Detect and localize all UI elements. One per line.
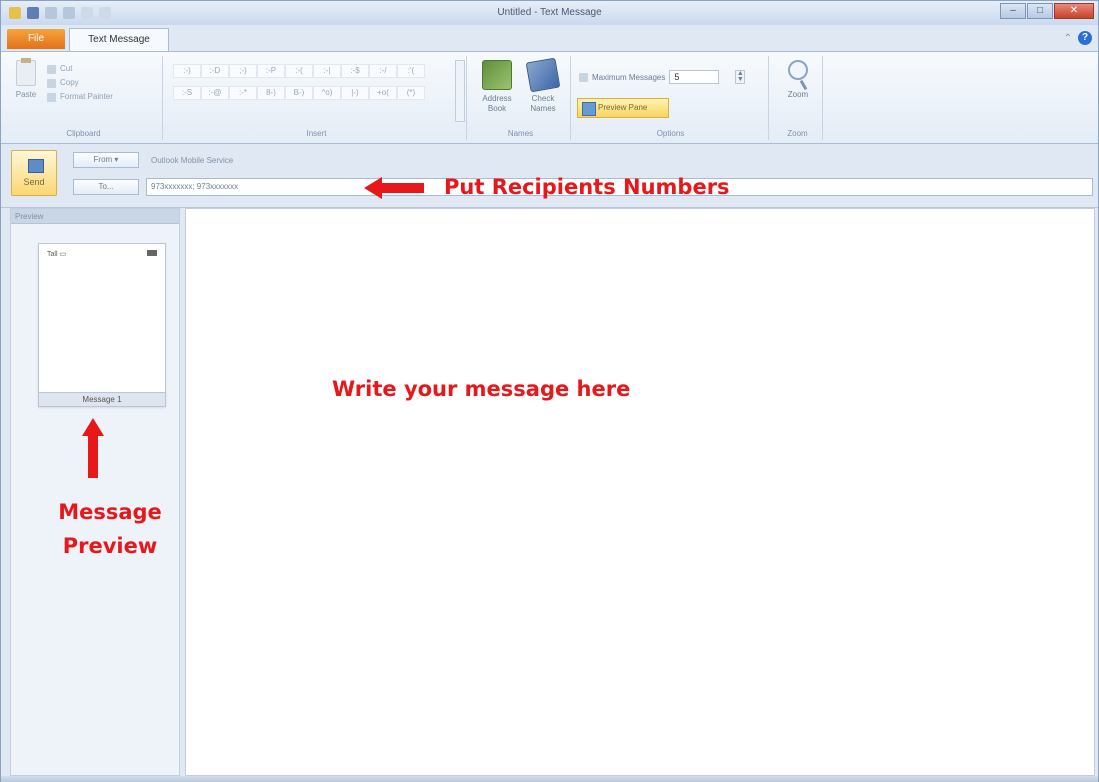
gallery-scrollbar[interactable] (455, 60, 465, 122)
service-label: Outlook Mobile Service (151, 156, 234, 165)
minimize-button[interactable]: – (1000, 3, 1026, 19)
battery-icon (147, 250, 157, 256)
brush-icon (47, 92, 56, 102)
copy-label: Copy (60, 78, 79, 87)
group-clipboard: Paste Cut Copy Format Painter Clipboard (5, 56, 163, 140)
copy-icon (47, 78, 56, 88)
emoticon[interactable]: B-) (285, 86, 313, 100)
emoticon[interactable]: :-| (313, 64, 341, 78)
maximum-messages-spinner[interactable]: ▲ ▼ (735, 70, 746, 84)
zoom-button[interactable]: Zoom (779, 60, 817, 99)
emoticon-gallery: :-) :-D ;-) :-P :-( :-| :-$ :-/ :'( :-S … (173, 64, 453, 100)
message-preview-annotation-line2: Preview (62, 534, 158, 558)
group-insert: :-) :-D ;-) :-P :-( :-| :-$ :-/ :'( :-S … (167, 56, 467, 140)
phone-status-bar: Tall ▭ (39, 244, 165, 264)
magnifier-icon (788, 60, 808, 80)
emoticon[interactable]: :-@ (201, 86, 229, 100)
preview-panel: Preview Tall ▭ Message 1 (10, 208, 180, 776)
tab-file[interactable]: File (7, 29, 65, 49)
emoticon[interactable]: (*) (397, 86, 425, 100)
group-zoom: Zoom Zoom (773, 56, 823, 140)
emoticon[interactable]: :-$ (341, 64, 369, 78)
help-icon[interactable]: ? (1078, 31, 1092, 45)
message-caption: Message 1 (39, 392, 165, 406)
write-message-annotation: Write your message here (332, 377, 631, 401)
ribbon: Paste Cut Copy Format Painter Clipboard … (1, 51, 1098, 144)
from-button[interactable]: From ▾ (73, 152, 139, 168)
emoticon[interactable]: :-) (173, 64, 201, 78)
group-label-insert: Insert (306, 129, 327, 138)
zoom-label: Zoom (787, 90, 809, 99)
title-bar: Untitled - Text Message – □ ✕ (1, 1, 1098, 25)
minimize-ribbon-icon[interactable]: ⌃ (1064, 33, 1072, 44)
to-button[interactable]: To... (73, 179, 139, 195)
group-label-names: Names (507, 129, 534, 138)
cut-button[interactable]: Cut (47, 62, 113, 76)
window-title: Untitled - Text Message (497, 7, 602, 18)
check-names-button[interactable]: Check Names (521, 57, 565, 114)
cut-label: Cut (60, 64, 73, 73)
maximum-messages-input[interactable]: 5 (669, 70, 720, 84)
group-label-clipboard: Clipboard (66, 129, 101, 138)
emoticon[interactable]: :-/ (369, 64, 397, 78)
emoticon[interactable]: ^o) (313, 86, 341, 100)
send-button[interactable]: Send (11, 150, 57, 196)
format-painter-label: Format Painter (60, 92, 113, 101)
clipboard-commands: Cut Copy Format Painter (47, 62, 113, 104)
emoticon[interactable]: +o( (369, 86, 397, 100)
address-book-button[interactable]: Address Book (475, 60, 519, 114)
signal-icon: Tall ▭ (47, 251, 67, 258)
messages-icon (579, 72, 588, 82)
maximize-button[interactable]: □ (1027, 3, 1053, 19)
emoticon[interactable]: :-D (201, 64, 229, 78)
emoticon[interactable]: ;-) (229, 64, 257, 78)
address-book-icon (482, 60, 512, 90)
tab-text-message[interactable]: Text Message (69, 28, 169, 51)
phone-preview: Tall ▭ Message 1 (38, 243, 166, 407)
close-button[interactable]: ✕ (1054, 3, 1094, 19)
status-bar (1, 776, 1098, 782)
left-arrow-annotation-icon (364, 177, 424, 199)
copy-button[interactable]: Copy (47, 76, 113, 90)
paste-label: Paste (15, 90, 37, 99)
group-label-zoom: Zoom (787, 129, 808, 138)
ribbon-help-area: ⌃ ? (1064, 31, 1092, 45)
maximum-messages-label: Maximum Messages (592, 72, 666, 82)
group-names: Address Book Check Names Names (471, 56, 571, 140)
paste-button[interactable]: Paste (11, 58, 41, 122)
maximum-messages-control: Maximum Messages 5 ▲ ▼ (579, 70, 746, 84)
preview-header: Preview (11, 209, 179, 224)
emoticon[interactable]: :-S (173, 86, 201, 100)
preview-pane-button[interactable]: Preview Pane (577, 98, 669, 118)
message-preview-annotation-line1: Message (58, 500, 162, 524)
ribbon-tab-row: File Text Message ⌃ ? (1, 25, 1098, 51)
group-label-options: Options (656, 129, 685, 138)
recipients-annotation: Put Recipients Numbers (444, 175, 730, 199)
message-body-editor[interactable] (185, 208, 1095, 776)
up-arrow-annotation-icon (82, 418, 104, 478)
emoticon[interactable]: :-P (257, 64, 285, 78)
emoticon[interactable]: 8-) (257, 86, 285, 100)
format-painter-button[interactable]: Format Painter (47, 90, 113, 104)
emoticon[interactable]: |-) (341, 86, 369, 100)
window-controls: – □ ✕ (1000, 3, 1094, 19)
emoticon[interactable]: :'( (397, 64, 425, 78)
emoticon[interactable]: :-* (229, 86, 257, 100)
group-options: Maximum Messages 5 ▲ ▼ Preview Pane Optio… (573, 56, 769, 140)
check-names-label: Check Names (530, 94, 556, 113)
scissors-icon (47, 64, 56, 74)
address-book-label: Address Book (482, 94, 512, 113)
emoticon[interactable]: :-( (285, 64, 313, 78)
check-names-icon (525, 57, 561, 93)
message-preview-annotation: Message Preview (50, 495, 170, 563)
paste-icon (16, 58, 36, 86)
